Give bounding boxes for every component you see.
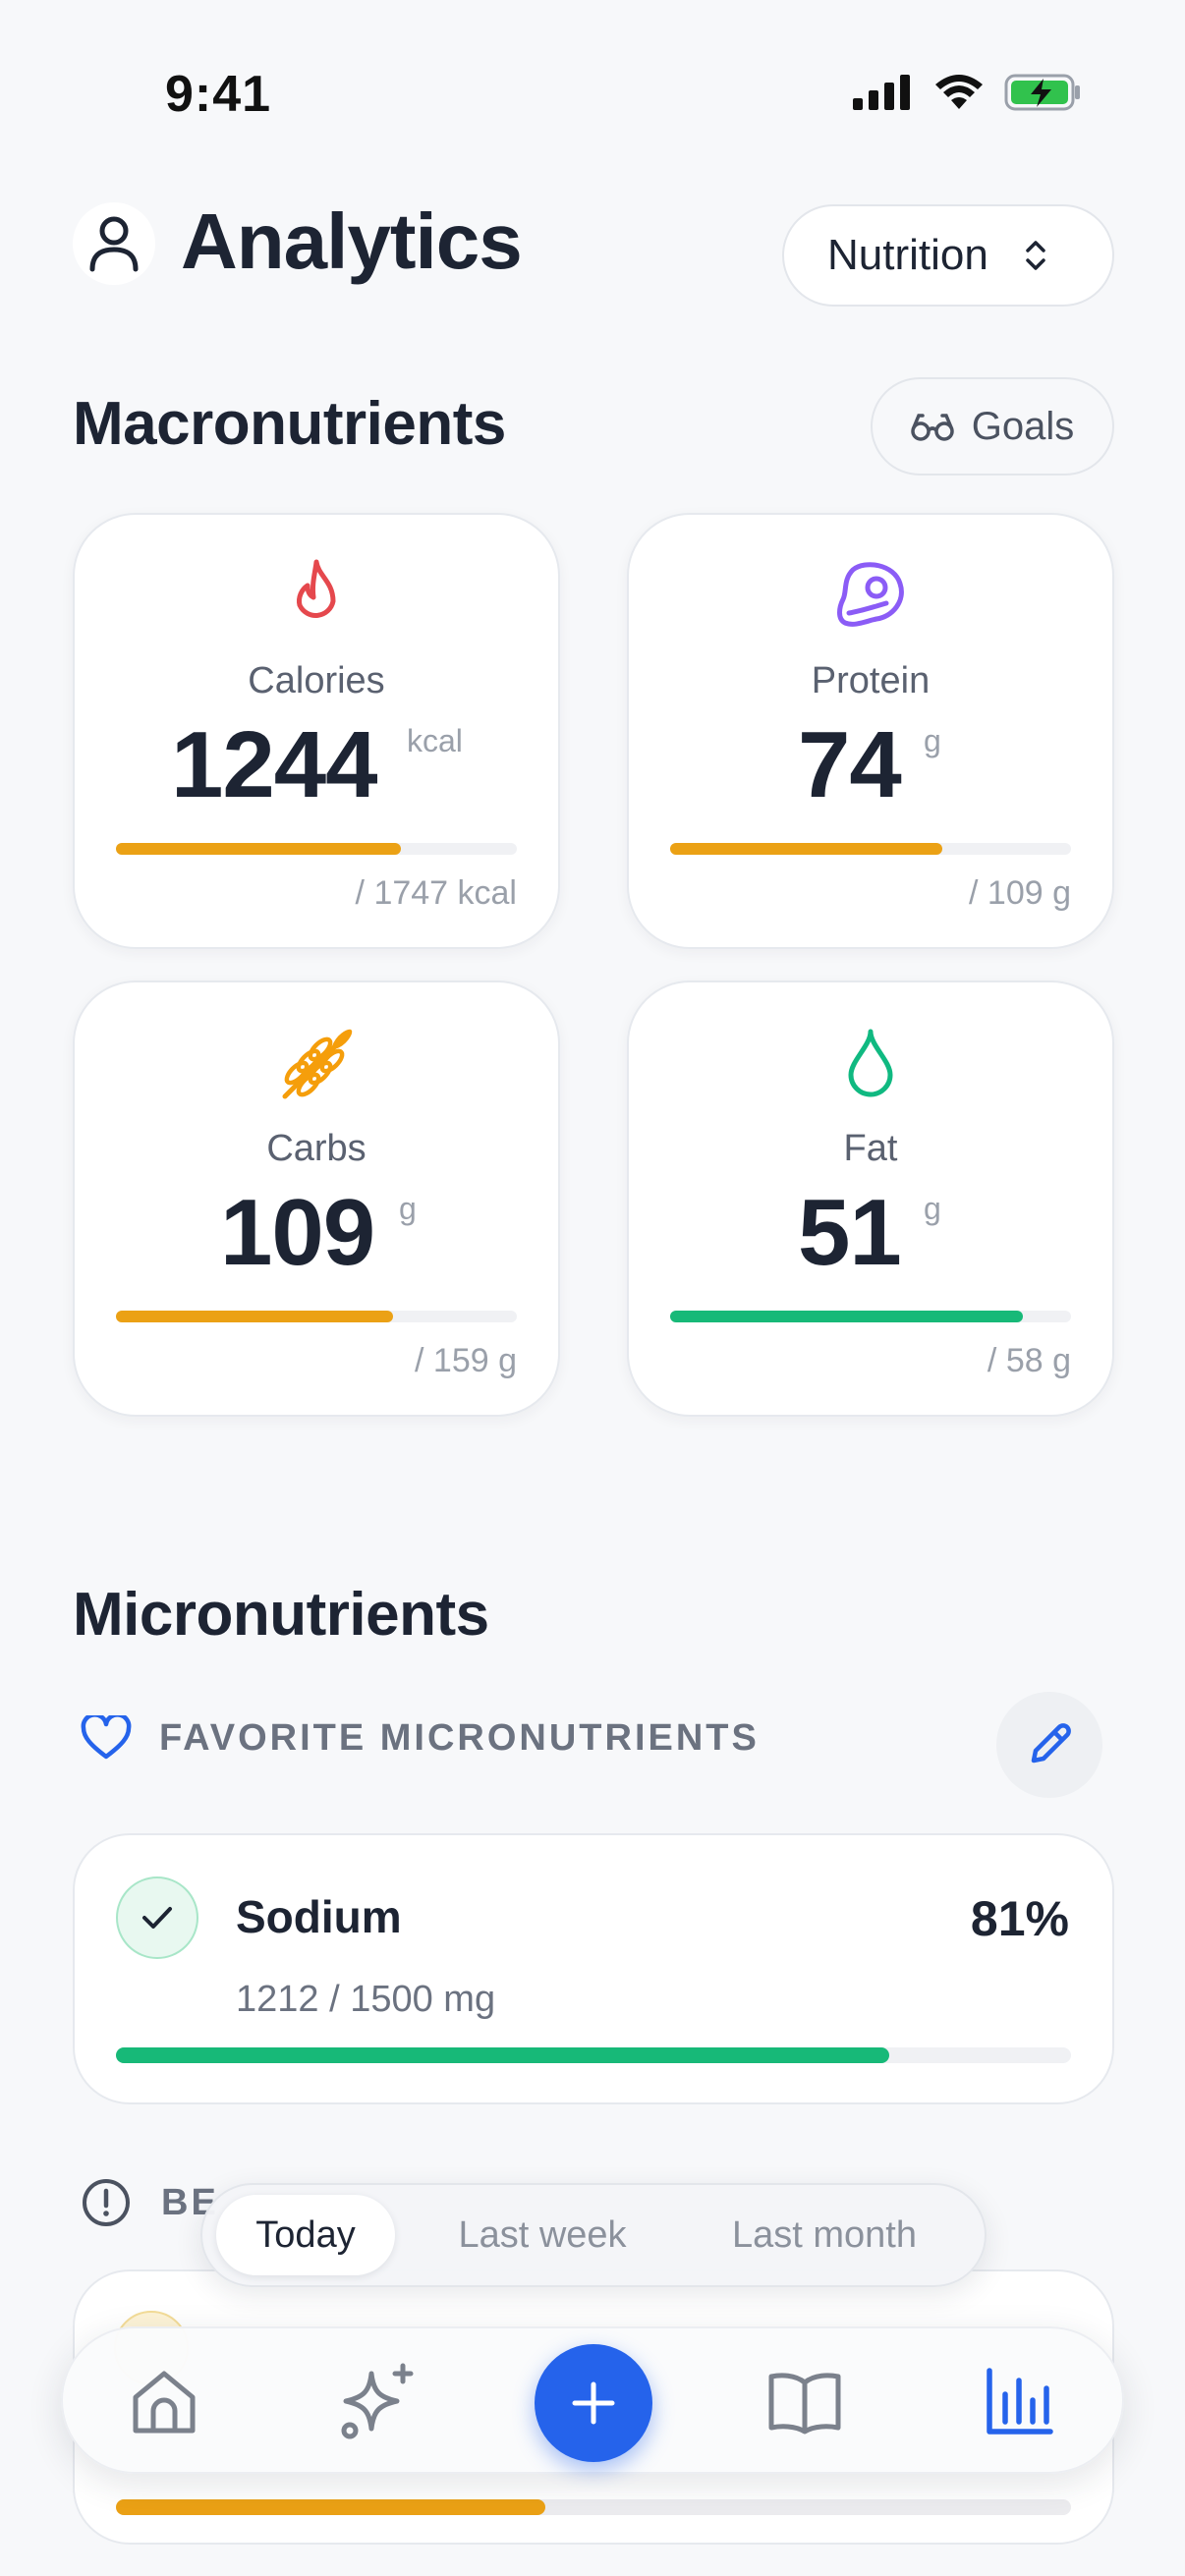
micronutrient-progress-track (116, 2499, 1071, 2515)
flame-icon (297, 559, 336, 618)
macro-target: / 1747 kcal (355, 874, 517, 912)
macro-value: 51 (798, 1180, 902, 1285)
favorites-header: FAVORITE MICRONUTRIENTS (81, 1715, 760, 1761)
status-check-badge (116, 1876, 198, 1959)
category-select-label: Nutrition (827, 231, 988, 279)
edit-favorites-button[interactable] (996, 1692, 1102, 1798)
macro-unit: g (399, 1191, 417, 1226)
macro-unit: g (924, 1191, 941, 1226)
period-option-last-week[interactable]: Last week (395, 2195, 690, 2275)
macro-value: 1244 (171, 712, 378, 817)
macro-unit: g (924, 723, 941, 758)
alert-circle-icon (83, 2179, 130, 2226)
sparkles-icon (341, 2363, 414, 2439)
macro-progress-fill (670, 843, 943, 855)
macro-progress-track (116, 843, 517, 855)
macro-target: / 159 g (415, 1342, 517, 1379)
add-button[interactable] (535, 2344, 652, 2462)
macro-progress-fill (116, 1311, 393, 1322)
droplet-icon (848, 1029, 893, 1097)
chart-icon (987, 2368, 1053, 2435)
goals-label: Goals (971, 404, 1075, 448)
micronutrient-card-sodium[interactable]: Sodium 81% 1212 / 1500 mg (73, 1833, 1114, 2104)
profile-button[interactable] (73, 202, 155, 285)
chevron-up-down-icon (1026, 241, 1045, 270)
period-option-last-month[interactable]: Last month (690, 2195, 959, 2275)
battery-charging-icon (1004, 74, 1080, 111)
user-icon (89, 216, 139, 272)
macro-progress-fill (670, 1311, 1024, 1322)
period-option-today[interactable]: Today (216, 2195, 395, 2275)
check-icon (142, 1907, 172, 1929)
bottom-tab-bar (61, 2326, 1124, 2474)
steak-icon (837, 562, 904, 627)
plus-icon (572, 2381, 615, 2425)
home-icon (133, 2371, 196, 2434)
favorites-label: FAVORITE MICRONUTRIENTS (159, 1716, 760, 1759)
macro-card-fat[interactable]: Fat 51 g / 58 g (627, 980, 1114, 1417)
micronutrient-amount: 1212 / 1500 mg (236, 1979, 496, 2020)
micronutrients-heading: Micronutrients (73, 1581, 489, 1649)
pencil-icon (1031, 1723, 1071, 1764)
macro-label: Calories (248, 660, 385, 701)
micronutrient-progress-track (116, 2047, 1071, 2063)
macro-progress-track (670, 843, 1071, 855)
macro-card-calories[interactable]: Calories 1244 kcal / 1747 kcal (73, 513, 560, 949)
macro-label: Carbs (266, 1128, 367, 1169)
signal-icon (853, 75, 910, 110)
macro-unit: kcal (407, 723, 463, 758)
micronutrient-percent: 81% (970, 1891, 1069, 1946)
status-icons (853, 73, 1083, 112)
macro-progress-track (670, 1311, 1071, 1322)
micronutrient-progress-fill (116, 2047, 890, 2063)
second-micros-header: BE (81, 2177, 219, 2228)
macro-card-carbs[interactable]: Carbs 109 g / 159 g (73, 980, 560, 1417)
tab-home[interactable] (90, 2328, 238, 2476)
macro-target: / 58 g (987, 1342, 1071, 1379)
period-selector: Today Last week Last month (200, 2183, 987, 2287)
macro-value: 74 (798, 712, 902, 817)
glasses-icon (911, 414, 954, 441)
macro-progress-fill (116, 843, 401, 855)
heart-icon (81, 1715, 132, 1760)
macro-value: 109 (220, 1180, 375, 1285)
macro-target: / 109 g (969, 874, 1071, 912)
wheat-icon (282, 1029, 353, 1099)
micronutrient-name: Sodium (236, 1891, 402, 1942)
tab-analytics[interactable] (945, 2328, 1093, 2476)
status-time: 9:41 (165, 66, 272, 123)
macro-progress-track (116, 1311, 517, 1322)
micronutrient-progress-fill (116, 2499, 546, 2515)
book-icon (768, 2373, 841, 2435)
tab-ai[interactable] (305, 2328, 452, 2476)
category-select[interactable]: Nutrition (782, 204, 1114, 307)
macro-label: Fat (843, 1128, 898, 1169)
goals-button[interactable]: Goals (871, 377, 1114, 476)
macro-card-protein[interactable]: Protein 74 g / 109 g (627, 513, 1114, 949)
macro-label: Protein (811, 660, 931, 701)
macronutrients-heading: Macronutrients (73, 390, 506, 458)
tab-library[interactable] (731, 2328, 878, 2476)
wifi-icon (935, 75, 983, 109)
page-title: Analytics (181, 197, 523, 285)
